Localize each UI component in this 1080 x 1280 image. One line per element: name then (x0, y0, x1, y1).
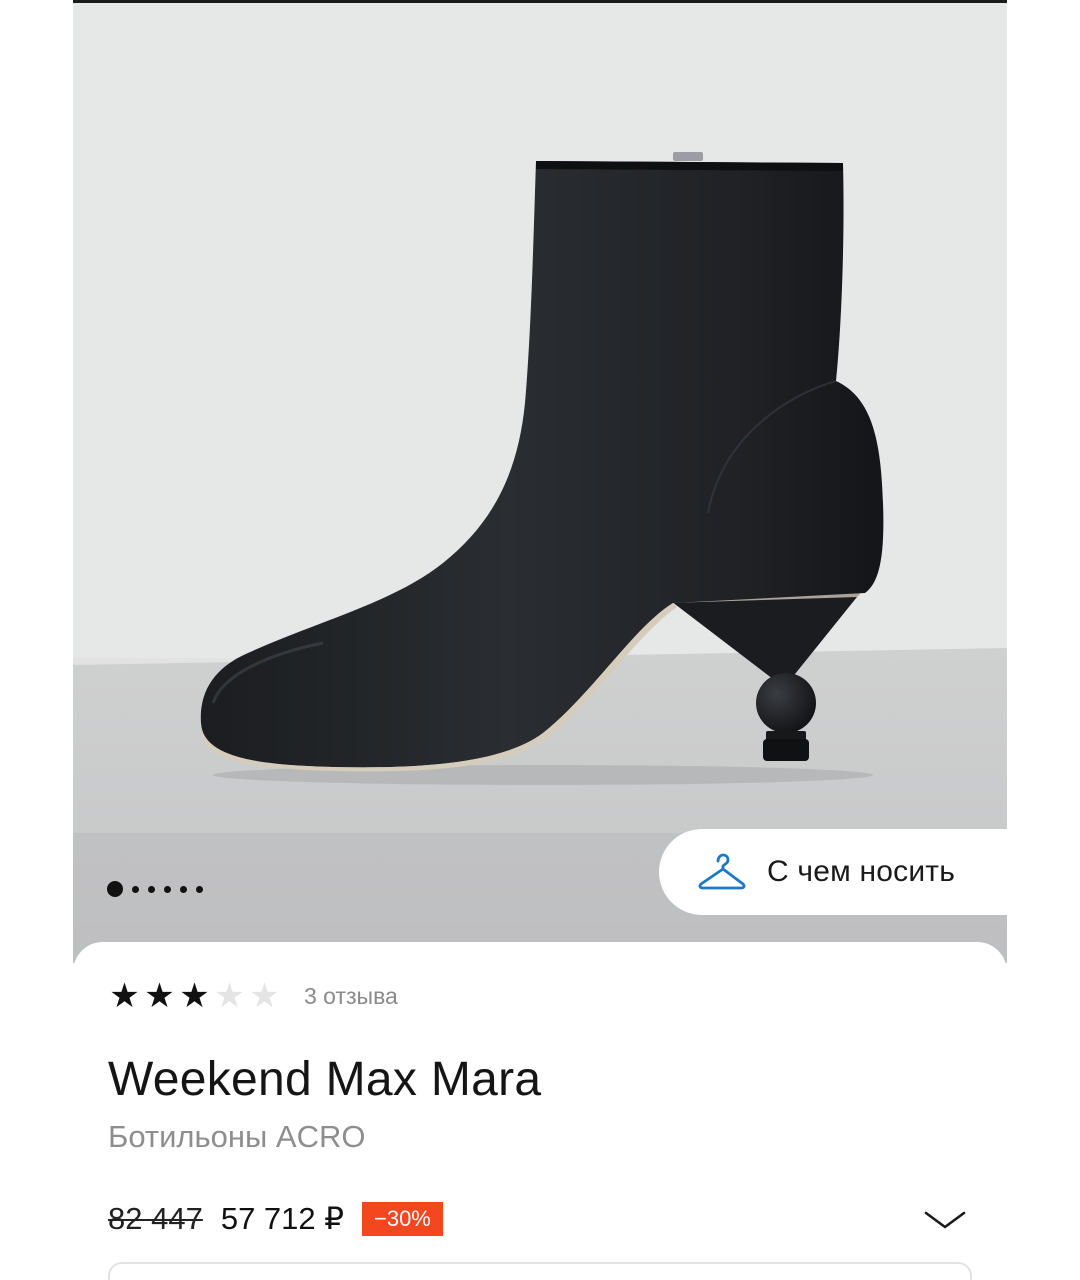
what-to-wear-button[interactable]: С чем носить (659, 829, 1029, 915)
star-icon-filled: ★ (144, 977, 175, 1015)
rating-row[interactable]: ★ ★ ★ ★ ★ 3 отзыва (107, 976, 398, 1016)
star-icon-empty: ★ (214, 977, 245, 1015)
chevron-down-icon[interactable] (922, 1205, 968, 1235)
star-icon-filled: ★ (109, 977, 140, 1015)
what-to-wear-label: С чем носить (767, 855, 956, 888)
star-icon-filled: ★ (179, 977, 210, 1015)
gallery-dot-1[interactable] (107, 881, 123, 897)
hanger-icon (698, 853, 746, 890)
star-icon-empty: ★ (249, 977, 280, 1015)
gallery-dot-2[interactable] (132, 885, 139, 893)
gallery-pagination (107, 878, 203, 900)
gallery-dot-3[interactable] (148, 885, 155, 893)
old-price: 82 447 (108, 1201, 203, 1236)
gallery-dot-4[interactable] (164, 885, 171, 893)
product-name: Ботильоны ACRO (108, 1119, 366, 1154)
discount-badge: −30% (361, 1202, 443, 1236)
gallery-dot-5[interactable] (180, 885, 187, 893)
product-photo (73, 3, 1007, 963)
price-row: 82 447 57 712 ₽ −30% (108, 1198, 443, 1240)
current-price: 57 712 ₽ (220, 1201, 344, 1236)
product-screen: С чем носить ★ ★ ★ ★ ★ 3 отзыва Weekend … (0, 0, 1080, 1280)
size-selector[interactable] (108, 1262, 972, 1280)
brand-title[interactable]: Weekend Max Mara (108, 1052, 541, 1107)
reviews-link[interactable]: 3 отзыва (304, 983, 398, 1010)
product-image-gallery[interactable] (73, 3, 1007, 963)
gallery-dot-6[interactable] (196, 885, 203, 893)
